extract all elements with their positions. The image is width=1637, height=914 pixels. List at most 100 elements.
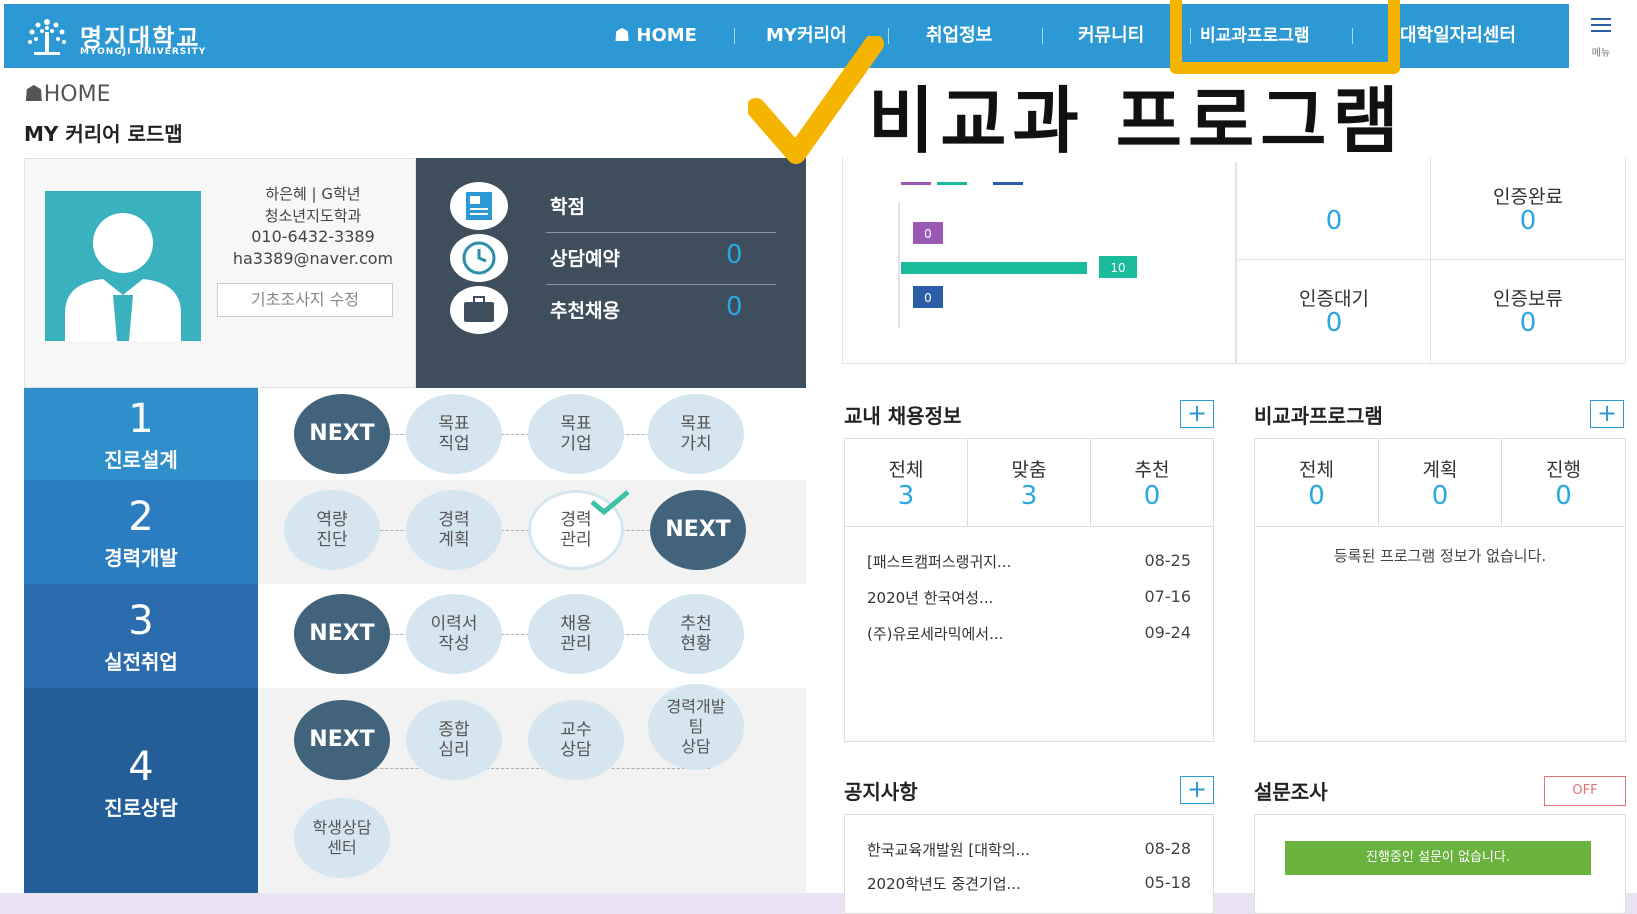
jobs-tab-recommend[interactable]: 추천 0 — [1091, 439, 1213, 527]
nav-community[interactable]: 커뮤니티 — [1078, 4, 1144, 68]
job-item-title[interactable]: (주)유로세라믹에서... — [867, 623, 1003, 644]
job-item-title[interactable]: [패스트캠퍼스랭귀지... — [867, 551, 1011, 572]
survey-panel: 진행중인 설문이 없습니다. — [1254, 814, 1626, 914]
student-counsel-center-button[interactable]: 학생상담 센터 — [294, 798, 390, 878]
job-item-date: 07-16 — [1144, 587, 1192, 606]
jobs-tab-custom[interactable]: 맞춤 3 — [968, 439, 1091, 527]
user-silhouette-icon — [65, 213, 181, 341]
notice-item-date: 08-28 — [1144, 839, 1192, 858]
survey-empty-message: 진행중인 설문이 없습니다. — [1285, 841, 1591, 875]
tab-value: 0 — [1143, 481, 1161, 511]
jobs-more-button[interactable]: + — [1180, 400, 1214, 428]
career-plan-button[interactable]: 경력 계획 — [406, 490, 502, 570]
bar-label: 0 — [924, 291, 932, 305]
nav-divider — [1042, 28, 1043, 44]
bar-chart: 0 10 0 — [898, 182, 1137, 328]
tab-value: 3 — [1020, 481, 1038, 511]
edit-survey-button[interactable]: 기초조사지 수정 — [217, 283, 393, 317]
score-chart: 0 10 0 — [842, 158, 1236, 364]
profile-email: ha3389@naver.com — [232, 249, 394, 268]
survey-toggle[interactable]: OFF — [1544, 776, 1626, 806]
certification-grid: 0 인증완료 0 인증대기 0 인증보류 0 — [1236, 158, 1626, 364]
cert-value: 0 — [1325, 308, 1343, 338]
step-number: 4 — [128, 744, 154, 790]
jobs-tab-all[interactable]: 전체 3 — [845, 439, 968, 527]
programs-tab-all[interactable]: 전체 0 — [1255, 439, 1379, 527]
notice-item-date: 05-18 — [1144, 873, 1192, 892]
jobs-title: 교내 채용정보 — [844, 404, 962, 428]
programs-title: 비교과프로그램 — [1254, 404, 1383, 428]
programs-more-button[interactable]: + — [1590, 400, 1624, 428]
tab-value: 3 — [897, 481, 915, 511]
stat-recommend[interactable]: 추천채용 0 — [450, 286, 780, 338]
bar-label: 10 — [1110, 261, 1125, 275]
divider — [546, 284, 776, 285]
stat-credits[interactable]: 학점 — [450, 182, 780, 234]
cert-label: 인증대기 — [1299, 288, 1369, 310]
target-value-button[interactable]: 목표 가치 — [648, 394, 744, 474]
cert-label: 인증보류 — [1493, 288, 1563, 310]
profile-name: 하은혜 | G학년 — [265, 185, 361, 203]
cert-value: 0 — [1519, 308, 1537, 338]
connector-line — [330, 768, 710, 769]
step-1[interactable]: 1 진로설계 — [24, 388, 258, 480]
next-button[interactable]: NEXT — [294, 394, 390, 474]
step-4[interactable]: 4 진로상담 — [24, 688, 258, 893]
breadcrumb[interactable]: ☗HOME — [24, 82, 110, 107]
tab-value: 0 — [1555, 481, 1572, 511]
step-2[interactable]: 2 경력개발 — [24, 480, 258, 584]
tab-label: 추천 — [1134, 459, 1170, 481]
stat-value: 0 — [726, 240, 743, 270]
menu-button[interactable]: 메뉴 — [1569, 4, 1633, 68]
breadcrumb-label: HOME — [43, 82, 111, 107]
resume-button[interactable]: 이력서 작성 — [406, 594, 502, 674]
cert-cell[interactable]: 0 — [1237, 158, 1431, 260]
cert-value: 0 — [1325, 206, 1343, 236]
step-number: 3 — [128, 598, 154, 644]
cert-cell[interactable]: 인증보류 0 — [1431, 260, 1625, 362]
stat-label: 학점 — [550, 196, 585, 218]
job-item-title[interactable]: 2020년 한국여성... — [867, 587, 993, 608]
tab-label: 진행 — [1546, 459, 1581, 481]
cert-cell[interactable]: 인증완료 0 — [1431, 158, 1625, 260]
jobs-panel: 전체 3 맞춤 3 추천 0 [패스트캠퍼스랭귀지... 08-25 2020년… — [844, 438, 1214, 742]
next-button[interactable]: NEXT — [294, 594, 390, 674]
recommend-status-button[interactable]: 추천 현황 — [648, 594, 744, 674]
notice-item-title[interactable]: 한국교육개발원 [대학의... — [867, 839, 1030, 860]
hamburger-icon — [1591, 18, 1611, 32]
programs-tab-progress[interactable]: 진행 0 — [1502, 439, 1625, 527]
bar-mark — [901, 262, 1087, 274]
logo-text-en: MYONGJI UNIVERSITY — [80, 47, 207, 57]
tab-value: 0 — [1431, 481, 1449, 511]
cert-cell[interactable]: 인증대기 0 — [1237, 260, 1431, 362]
job-item-date: 08-25 — [1144, 551, 1192, 570]
programs-tab-plan[interactable]: 계획 0 — [1379, 439, 1502, 527]
step-3[interactable]: 3 실전취업 — [24, 584, 258, 688]
job-item-date: 09-24 — [1144, 623, 1192, 642]
tab-label: 전체 — [1299, 459, 1334, 481]
notice-panel: 한국교육개발원 [대학의... 08-28 2020학년도 중견기업... 05… — [844, 814, 1214, 914]
profile-card: 하은혜 | G학년 청소년지도학과 010-6432-3389 ha3389@n… — [24, 158, 416, 388]
divider — [546, 232, 776, 233]
target-job-button[interactable]: 목표 직업 — [406, 394, 502, 474]
stat-value: 0 — [726, 292, 743, 322]
stat-counsel[interactable]: 상담예약 0 — [450, 234, 780, 286]
stats-panel: 학점 상담예약 0 추천채용 0 — [416, 158, 806, 388]
professor-counsel-button[interactable]: 교수 상담 — [528, 700, 624, 780]
next-button[interactable]: NEXT — [650, 490, 746, 570]
nav-home[interactable]: ☗ HOME — [614, 4, 697, 68]
notice-more-button[interactable]: + — [1180, 776, 1214, 804]
recruit-manage-button[interactable]: 채용 관리 — [528, 594, 624, 674]
nav-job-center[interactable]: 대학일자리센터 — [1400, 4, 1516, 68]
competency-diagnosis-button[interactable]: 역량 진단 — [284, 490, 380, 570]
notice-item-title[interactable]: 2020학년도 중견기업... — [867, 873, 1021, 894]
programs-empty-message: 등록된 프로그램 정보가 없습니다. — [1333, 547, 1547, 565]
nav-job-info[interactable]: 취업정보 — [926, 4, 992, 68]
career-team-counsel-button[interactable]: 경력개발 팀 상담 — [648, 684, 744, 770]
psych-test-button[interactable]: 종합 심리 — [406, 700, 502, 780]
stat-label: 상담예약 — [550, 248, 620, 270]
next-button[interactable]: NEXT — [294, 700, 390, 780]
target-company-button[interactable]: 목표 기업 — [528, 394, 624, 474]
home-icon: ☗ — [614, 25, 637, 46]
university-logo[interactable]: 명지대학교 MYONGJI UNIVERSITY — [24, 12, 234, 60]
